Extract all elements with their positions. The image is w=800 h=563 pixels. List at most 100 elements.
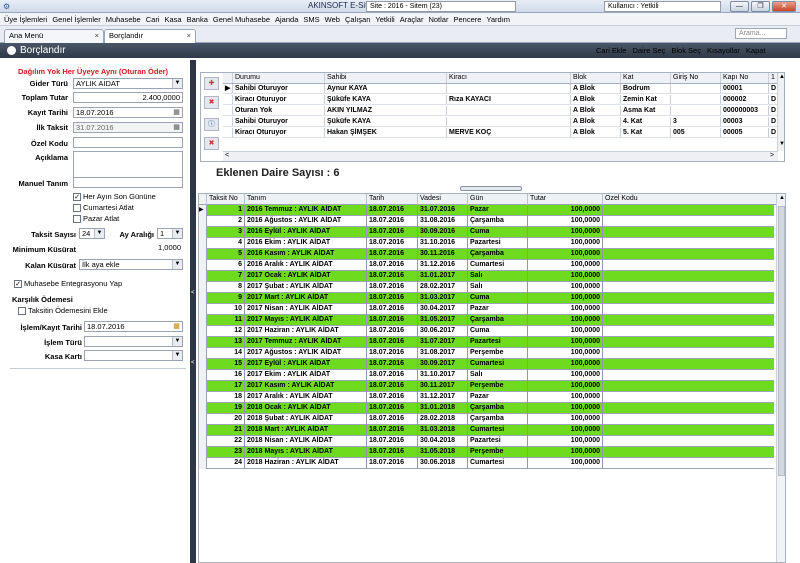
taksit-sayisi-select[interactable]: 24 ▼	[79, 228, 105, 239]
taksit-row[interactable]: 7 2017 Ocak : AYLIK AİDAT 18.07.2016 31.01.…	[199, 271, 774, 282]
taksit-row[interactable]: 2 2016 Ağustos : AYLIK AİDAT 18.07.2016 31.…	[199, 216, 774, 227]
gider-turu-select[interactable]: AYLIK AİDAT ▼	[73, 78, 183, 89]
taksit-row[interactable]: 23 2018 Mayıs : AYLIK AİDAT 18.07.2016 31.0…	[199, 447, 774, 458]
ozel-kodu-input[interactable]	[73, 137, 183, 148]
taksit-row[interactable]: 14 2017 Ağustos : AYLIK AİDAT 18.07.2016 31…	[199, 348, 774, 359]
col-sahibi[interactable]: Sahibi	[325, 73, 447, 83]
menu-calisan[interactable]: Çalışan	[345, 15, 370, 24]
blok-sec-button[interactable]: Blok Seç	[671, 46, 701, 55]
col-kapi-no[interactable]: Kapı No	[721, 73, 769, 83]
menu-muhasebe[interactable]: Muhasebe	[106, 15, 141, 24]
col-tanim[interactable]: Tanım	[245, 194, 367, 205]
remove-icon[interactable]: ✖	[204, 96, 219, 109]
menu-uye-islemleri[interactable]: Üye İşlemleri	[4, 15, 47, 24]
menu-genel-muhasebe[interactable]: Genel Muhasebe	[213, 15, 270, 24]
search-input[interactable]: Arama...	[735, 28, 787, 39]
collapse-arrow-icon[interactable]: <	[191, 360, 195, 366]
daire-row[interactable]: ▶ Sahibi Oturuyor Aynur KAYA A Blok Bodrum 00…	[223, 84, 784, 94]
taksit-row[interactable]: 4 2016 Ekim : AYLIK AİDAT 18.07.2016 31.10.…	[199, 238, 774, 249]
col-giris-no[interactable]: Giriş No	[671, 73, 721, 83]
islem-kayit-tarihi-input[interactable]: 18.07.2016 ▦	[84, 321, 183, 332]
scroll-thumb[interactable]	[778, 206, 785, 476]
taksit-row[interactable]: 6 2016 Aralık : AYLIK AİDAT 18.07.2016 31.1…	[199, 260, 774, 271]
kasa-karti-select[interactable]: ▼	[84, 350, 183, 361]
col-ozel-kodu[interactable]: Özel Kodu	[603, 194, 775, 205]
scroll-left-icon[interactable]: <	[225, 152, 229, 159]
menu-araclar[interactable]: Araçlar	[400, 15, 424, 24]
taksit-row[interactable]: 21 2018 Mart : AYLIK AİDAT 18.07.2016 31.03…	[199, 425, 774, 436]
tab-borclandir[interactable]: Borçlandır ×	[104, 29, 196, 43]
taksit-row[interactable]: 5 2016 Kasım : AYLIK AİDAT 18.07.2016 30.11…	[199, 249, 774, 260]
scroll-down-icon[interactable]: ▼	[779, 141, 784, 147]
menu-sms[interactable]: SMS	[303, 15, 319, 24]
chevron-down-icon[interactable]: ▼	[172, 351, 182, 360]
daire-row[interactable]: Kiracı Oturuyor Şüküfe KAYA Rıza KAYACI A B…	[223, 95, 784, 105]
chevron-down-icon[interactable]: ▼	[172, 229, 182, 238]
menu-ajanda[interactable]: Ajanda	[275, 15, 298, 24]
calendar-icon[interactable]: ▦	[172, 123, 181, 132]
daire-sec-button[interactable]: Daire Seç	[632, 46, 665, 55]
col-gun[interactable]: Gün	[468, 194, 528, 205]
info-icon[interactable]: ⓘ	[204, 118, 219, 131]
ay-araligi-select[interactable]: 1 ▼	[157, 228, 183, 239]
scroll-right-icon[interactable]: >	[770, 152, 774, 159]
clear-icon[interactable]: ✖	[204, 137, 219, 150]
col-blok[interactable]: Blok	[571, 73, 621, 83]
menu-banka[interactable]: Banka	[187, 15, 208, 24]
taksit-row[interactable]: 11 2017 Mayıs : AYLIK AİDAT 18.07.2016 31.0…	[199, 315, 774, 326]
col-vadesi[interactable]: Vadesi	[418, 194, 468, 205]
min-kusurat-input[interactable]: 1,0000	[79, 243, 183, 254]
her-ayin-son-gunu-checkbox[interactable]: ✓ Her Ayın Son Gününe	[73, 192, 156, 201]
kalan-kusurat-select[interactable]: İlk aya ekle ▼	[79, 259, 183, 270]
daire-row[interactable]: Kiracı Oturuyor Hakan ŞİMŞEK MERVE KOÇ A Bl…	[223, 128, 784, 138]
cumartesi-atlat-checkbox[interactable]: Cumartesi Atlat	[73, 203, 134, 212]
daire-row[interactable]: Sahibi Oturuyor Şüküfe KAYA A Blok 4. Kat 3 0…	[223, 117, 784, 127]
panel-splitter[interactable]: < <	[190, 60, 196, 563]
taksit-row[interactable]: 24 2018 Haziran : AYLIK AİDAT 18.07.2016 30…	[199, 458, 774, 469]
checkbox-icon[interactable]	[73, 203, 81, 212]
vertical-scrollbar[interactable]: ▲	[776, 194, 785, 562]
chevron-down-icon[interactable]: ▼	[172, 337, 182, 346]
tab-ana-menu[interactable]: Ana Menü ×	[4, 29, 104, 43]
col-tutar[interactable]: Tutar	[528, 194, 603, 205]
add-icon[interactable]: ✚	[204, 77, 219, 90]
user-field[interactable]: Kullanıcı : Yetkili	[604, 1, 721, 12]
site-field[interactable]: Site : 2016 - Sitem (23)	[366, 1, 516, 12]
chevron-down-icon[interactable]: ▼	[172, 79, 182, 88]
scroll-up-icon[interactable]: ▲	[779, 74, 784, 80]
cari-ekle-button[interactable]: Cari Ekle	[596, 46, 626, 55]
taksitin-odemesini-ekle-checkbox[interactable]: Taksitin Ödemesini Ekle	[18, 306, 108, 315]
collapse-arrow-icon[interactable]: <	[191, 290, 195, 296]
menu-notlar[interactable]: Notlar	[428, 15, 448, 24]
col-taksit-no[interactable]: Taksit No	[207, 194, 245, 205]
taksit-row[interactable]: 8 2017 Şubat : AYLIK AİDAT 18.07.2016 28.02…	[199, 282, 774, 293]
menu-kasa[interactable]: Kasa	[165, 15, 182, 24]
vertical-scrollbar[interactable]: ▲ ▼	[777, 73, 784, 151]
chevron-down-icon[interactable]: ▼	[172, 260, 182, 269]
scroll-up-icon[interactable]: ▲	[779, 195, 785, 201]
checkbox-checked-icon[interactable]: ✓	[73, 192, 81, 201]
grid-resize-handle[interactable]	[460, 186, 522, 191]
calendar-icon[interactable]: ▦	[172, 322, 181, 331]
taksit-row[interactable]: 22 2018 Nisan : AYLIK AİDAT 18.07.2016 30.0…	[199, 436, 774, 447]
manuel-tanim-input[interactable]	[73, 177, 183, 188]
taksit-row[interactable]: 16 2017 Ekim : AYLIK AİDAT 18.07.2016 31.10…	[199, 370, 774, 381]
kayit-tarihi-input[interactable]: 18.07.2016 ▦	[73, 107, 183, 118]
muhasebe-entegrasyonu-checkbox[interactable]: ✓ Muhasebe Entegrasyonu Yap	[14, 279, 122, 288]
taksit-row[interactable]: 18 2017 Aralık : AYLIK AİDAT 18.07.2016 31.…	[199, 392, 774, 403]
taksit-row[interactable]: ▶ 1 2016 Temmuz : AYLIK AİDAT 18.07.2016 31.…	[199, 205, 774, 216]
col-tarih[interactable]: Tarih	[367, 194, 418, 205]
tab-close-icon[interactable]: ×	[187, 30, 191, 42]
taksit-row[interactable]: 13 2017 Temmuz : AYLIK AİDAT 18.07.2016 31.…	[199, 337, 774, 348]
taksit-row[interactable]: 3 2016 Eylül : AYLIK AİDAT 18.07.2016 30.09…	[199, 227, 774, 238]
restore-button[interactable]: ❐	[751, 1, 770, 12]
menu-cari[interactable]: Cari	[146, 15, 160, 24]
toplam-tutar-input[interactable]: 2.400,0000	[73, 92, 183, 103]
checkbox-icon[interactable]	[18, 306, 26, 315]
calendar-icon[interactable]: ▦	[172, 108, 181, 117]
taksit-row[interactable]: 20 2018 Şubat : AYLIK AİDAT 18.07.2016 28.0…	[199, 414, 774, 425]
col-kiraci[interactable]: Kiracı	[447, 73, 571, 83]
daire-row[interactable]: Oturan Yok AKIN YILMAZ A Blok Asma Kat 00000…	[223, 106, 784, 116]
col-durumu[interactable]: Durumu	[233, 73, 325, 83]
menu-yetkili[interactable]: Yetkili	[375, 15, 394, 24]
